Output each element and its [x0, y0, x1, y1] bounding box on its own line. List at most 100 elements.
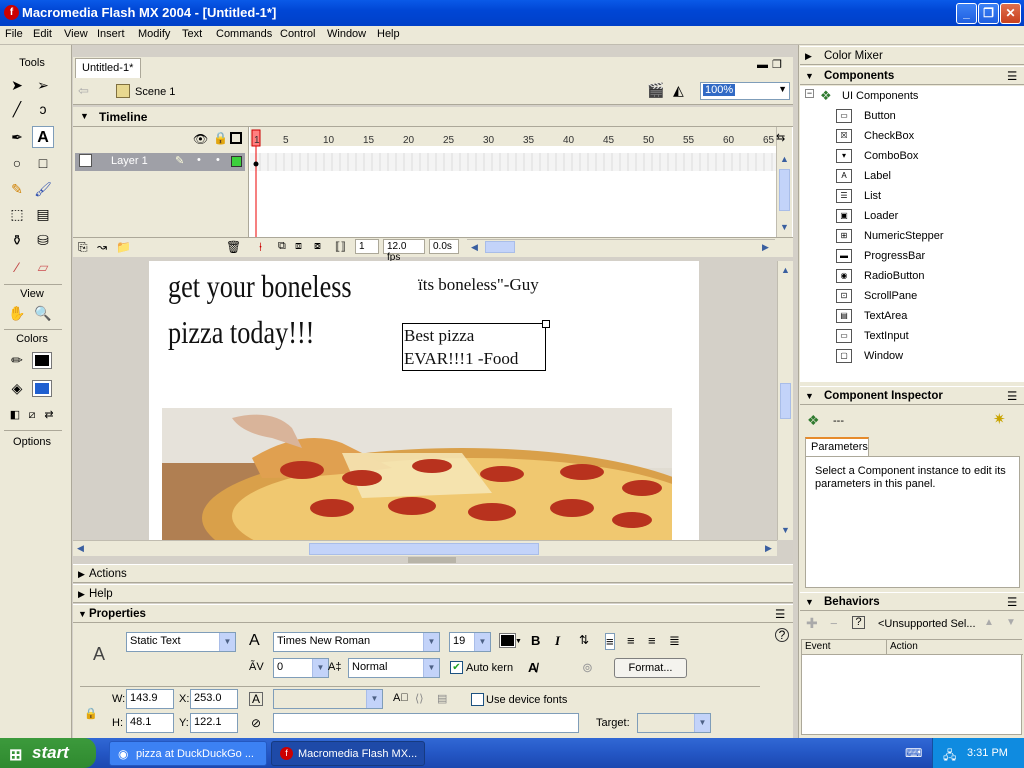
menu-text[interactable]: Text — [182, 28, 202, 40]
scroll-thumb[interactable] — [779, 169, 790, 211]
stage-hscroll[interactable]: ◀ ▶ — [73, 540, 777, 556]
tree-collapse-icon[interactable]: − — [805, 89, 814, 98]
restore-button[interactable]: ❐ — [978, 3, 999, 24]
doc-restore-icon[interactable]: ❐ — [772, 58, 782, 71]
chevron-down-icon[interactable]: ▼ — [474, 633, 490, 651]
properties-panel-header[interactable]: ▼ Properties ☰ — [73, 604, 793, 623]
move-up-icon[interactable]: ▲ — [984, 617, 994, 628]
scroll-left-arrow-icon[interactable]: ◀ — [73, 541, 88, 556]
url-field[interactable] — [273, 713, 579, 733]
subselect-tool-icon[interactable]: ➢ — [32, 74, 54, 96]
chevron-down-icon[interactable]: ▼ — [423, 659, 439, 677]
panel-options-icon[interactable]: ☰ — [1007, 69, 1017, 83]
outline-color-icon[interactable] — [231, 156, 242, 167]
stage-vscroll[interactable]: ▲ ▼ — [777, 261, 793, 540]
timeline-header[interactable]: ▼ Timeline — [73, 107, 793, 127]
scroll-right-arrow-icon[interactable]: ▶ — [761, 541, 776, 556]
eraser-tool-icon[interactable]: ▱ — [32, 256, 54, 278]
chevron-down-icon[interactable]: ▼ — [366, 690, 382, 708]
chevron-down-icon[interactable]: ▼ — [515, 638, 522, 645]
x-field[interactable]: 253.0 — [190, 689, 238, 709]
zoom-combo[interactable]: 100% ▼ — [700, 82, 790, 100]
timeline-hscroll[interactable]: ◀ ▶ — [467, 239, 775, 254]
justify-icon[interactable]: ≣ — [669, 633, 680, 649]
menu-file[interactable]: File — [5, 28, 23, 40]
lasso-tool-icon[interactable]: ↄ — [32, 98, 54, 120]
panel-options-icon[interactable]: ☰ — [775, 607, 785, 621]
arrow-tool-icon[interactable]: ➤ — [6, 74, 28, 96]
letter-spacing-field[interactable]: 0 ▼ — [273, 658, 329, 678]
font-size-field[interactable]: 19 ▼ — [449, 632, 491, 652]
eye-icon[interactable]: 👁 — [193, 132, 208, 146]
text-color-swatch[interactable] — [499, 633, 516, 648]
quote-text[interactable]: ïts boneless"-Guy — [418, 275, 539, 295]
clock[interactable]: 3:31 PM — [967, 747, 1008, 759]
menu-edit[interactable]: Edit — [33, 28, 52, 40]
taskbar-item-flash[interactable]: f Macromedia Flash MX... — [271, 741, 425, 766]
link-icon[interactable]: ⊚ — [582, 660, 593, 676]
italic-button[interactable]: I — [555, 633, 560, 649]
panel-options-icon[interactable]: ☰ — [1007, 389, 1017, 403]
line-tool-icon[interactable]: ╱ — [6, 98, 28, 120]
lock-dot-icon[interactable]: • — [216, 154, 220, 166]
paint-bucket-tool-icon[interactable]: ⛁ — [32, 229, 54, 251]
chevron-down-icon[interactable]: ▼ — [423, 633, 439, 651]
modify-markers-icon[interactable]: ⟦⟧ — [335, 240, 346, 253]
edit-scene-icon[interactable]: 🎬 — [647, 82, 664, 99]
minimize-button[interactable]: _ — [956, 3, 977, 24]
scroll-up-arrow-icon[interactable]: ▲ — [778, 263, 793, 278]
free-transform-tool-icon[interactable]: ⬚ — [6, 203, 28, 225]
oval-tool-icon[interactable]: ○ — [6, 152, 28, 174]
action-column-header[interactable]: Action — [887, 640, 1023, 655]
insert-layer-icon[interactable]: ⎘ — [78, 240, 88, 255]
layer-row[interactable]: Layer 1 ✎ • • — [75, 153, 245, 171]
sparkle-icon[interactable]: ✷ — [993, 410, 1006, 428]
align-left-icon[interactable]: ≡ — [605, 633, 615, 650]
rectangle-tool-icon[interactable]: □ — [32, 152, 54, 174]
help-icon[interactable]: ? — [775, 628, 789, 642]
selectable-text-icon[interactable]: A — [249, 692, 263, 706]
color-mixer-header[interactable]: ▶ Color Mixer — [800, 46, 1024, 65]
frame-rate-box[interactable]: 12.0 fps — [383, 239, 425, 263]
delete-layer-icon[interactable]: 🗑 — [226, 240, 241, 254]
menu-modify[interactable]: Modify — [138, 28, 170, 40]
brush-tool-icon[interactable]: 🖌 — [32, 178, 54, 200]
line-type-select[interactable]: ▼ — [273, 689, 383, 709]
actions-panel-header[interactable]: ▶ Actions — [73, 564, 793, 583]
align-center-icon[interactable]: ≡ — [627, 633, 635, 648]
target-select[interactable]: ▼ — [637, 713, 711, 733]
format-button[interactable]: Format... — [614, 658, 687, 678]
fill-transform-tool-icon[interactable]: ▤ — [32, 203, 54, 225]
device-fonts-checkbox[interactable] — [471, 693, 484, 706]
height-field[interactable]: 48.1 — [126, 713, 174, 733]
document-tab[interactable]: Untitled-1* — [75, 58, 141, 78]
fill-color-swatch[interactable] — [32, 380, 52, 397]
menu-control[interactable]: Control — [280, 28, 315, 40]
align-right-icon[interactable]: ≡ — [648, 633, 656, 648]
event-column-header[interactable]: Event — [802, 640, 887, 655]
frame-view-icon[interactable]: ⇆ — [776, 131, 785, 144]
components-header[interactable]: ▼ Components ☰ — [800, 66, 1024, 85]
headline-line-1[interactable]: get your boneless — [168, 268, 352, 305]
stroke-color-swatch[interactable] — [32, 352, 52, 369]
menu-help[interactable]: Help — [377, 28, 400, 40]
menu-view[interactable]: View — [64, 28, 88, 40]
render-html-icon[interactable]: A⃞ — [393, 692, 409, 704]
scroll-right-arrow-icon[interactable]: ▶ — [758, 240, 773, 255]
add-motion-guide-icon[interactable]: ↝ — [97, 240, 107, 254]
pencil-tool-icon[interactable]: ✎ — [6, 178, 28, 200]
width-field[interactable]: 143.9 — [126, 689, 174, 709]
chevron-down-icon[interactable]: ▼ — [778, 84, 787, 94]
start-button[interactable]: ⊞ start — [0, 738, 96, 768]
text-direction-icon[interactable]: ⇅ — [579, 633, 589, 647]
swap-colors-icon[interactable]: ⇄ — [38, 404, 60, 426]
chevron-down-icon[interactable]: ▼ — [219, 633, 235, 651]
menu-commands[interactable]: Commands — [216, 28, 272, 40]
eyedropper-tool-icon[interactable]: ⁄ — [6, 256, 28, 278]
chevron-down-icon[interactable]: ▼ — [694, 714, 710, 732]
outline-icon[interactable] — [230, 132, 242, 144]
char-position-select[interactable]: Normal ▼ — [348, 658, 440, 678]
ui-components-label[interactable]: UI Components — [842, 90, 918, 102]
text-type-select[interactable]: Static Text ▼ — [126, 632, 236, 652]
pizza-image[interactable] — [162, 408, 672, 540]
